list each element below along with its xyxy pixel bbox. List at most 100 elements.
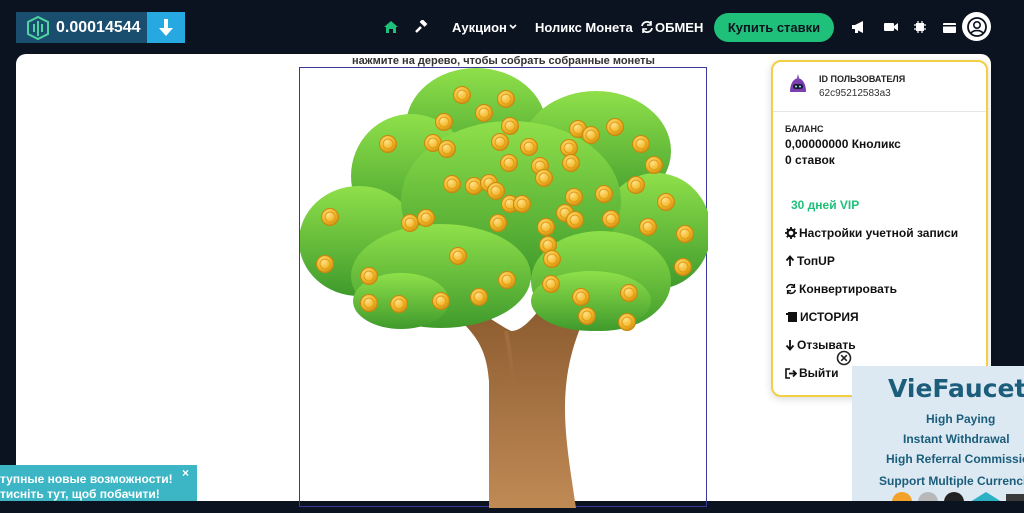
gold-coin[interactable] [645,156,663,174]
gold-coin[interactable] [360,294,378,312]
gold-coin[interactable] [572,288,590,306]
gold-coin[interactable] [491,133,509,151]
chevron-down-icon [509,24,517,30]
video-icon [884,23,898,31]
gold-coin[interactable] [453,86,471,104]
gold-coin[interactable] [676,225,694,243]
gold-coin[interactable] [417,209,435,227]
tree-trunk [441,301,581,508]
gold-coin[interactable] [595,185,613,203]
tree-logo-icon [27,15,49,40]
gold-coin[interactable] [470,288,488,306]
nav-wallet[interactable] [940,18,958,36]
gold-coin[interactable] [602,210,620,228]
ad-brand-name: VieFaucet [888,374,1024,403]
gold-coin[interactable] [321,208,339,226]
gold-coin[interactable] [520,138,538,156]
stakes-count: 0 ставок [785,153,835,167]
currency-icons [892,492,1024,501]
nav-nolix-coin[interactable]: Ноликс Монета [535,0,633,54]
gold-coin[interactable] [620,284,638,302]
ad-line-3: High Referral Commission [886,452,1024,466]
gold-coin[interactable] [489,214,507,232]
gold-coin[interactable] [578,307,596,325]
gold-coin[interactable] [487,182,505,200]
gold-coin[interactable] [627,176,645,194]
nav-chip[interactable] [911,18,929,36]
gold-coin[interactable] [401,214,419,232]
sign-out-icon [785,367,797,379]
ad-left-close-button[interactable]: × [182,466,189,480]
gold-coin[interactable] [316,255,334,273]
promo-ad-banner[interactable]: тупные новые возможности! тисніть тут, щ… [0,465,197,501]
nav-auction[interactable]: Аукцион [452,0,517,54]
gold-coin[interactable] [582,126,600,144]
user-menu-toggle[interactable] [962,12,991,41]
menu-item-topup[interactable]: ТопUP [785,254,835,268]
gold-coin[interactable] [379,135,397,153]
gold-coin[interactable] [535,169,553,187]
nav-home[interactable] [382,18,400,36]
ad-line-1: High Paying [926,412,996,426]
balance-value: 0.00014544 [56,18,141,36]
gold-coin[interactable] [500,154,518,172]
arrow-down-icon [785,340,795,351]
vip-status[interactable]: 30 дней VIP [791,198,859,212]
gold-coin[interactable] [606,118,624,136]
gold-coin[interactable] [360,267,378,285]
nav-exchange[interactable]: ОБМЕН [640,0,703,54]
gold-coin[interactable] [537,218,555,236]
gold-coin[interactable] [618,313,636,331]
gold-coin[interactable] [562,154,580,172]
nav-auction-hammer[interactable] [412,18,430,36]
gold-coin[interactable] [475,104,493,122]
bullhorn-icon [852,21,863,33]
gold-coin[interactable] [632,135,650,153]
nav-nolix-coin-label: Ноликс Монета [535,19,633,35]
gold-coin[interactable] [443,175,461,193]
menu-item-label: Конвертировать [799,282,898,296]
nav-video[interactable] [882,18,900,36]
menu-item-history[interactable]: ИСТОРИЯ [785,310,859,324]
menu-item-label: ТопUP [797,254,835,268]
gold-coin[interactable] [566,211,584,229]
gold-coin[interactable] [501,117,519,135]
balance-label: БАЛАНС [785,124,824,134]
viefaucet-ad-banner[interactable]: VieFaucet High Paying Instant Withdrawal… [852,366,1024,501]
gold-coin[interactable] [497,90,515,108]
site-logo[interactable] [24,12,52,43]
menu-item-convert[interactable]: Конвертировать [785,282,897,296]
buy-stakes-button[interactable]: Купить ставки [714,13,834,42]
home-icon [384,21,398,33]
gold-coin[interactable] [498,271,516,289]
menu-item-label: ИСТОРИЯ [800,310,859,324]
exchange-icon [785,283,797,295]
gold-coin[interactable] [432,292,450,310]
gold-coin[interactable] [438,140,456,158]
balance-widget[interactable]: 0.00014544 [16,12,185,43]
withdraw-button[interactable] [146,12,185,43]
gold-coin[interactable] [639,218,657,236]
scroll-history-icon [786,312,797,322]
gold-coin[interactable] [465,177,483,195]
money-tree[interactable] [299,68,711,508]
menu-item-account-settings[interactable]: Настройки учетной записи [785,226,958,240]
menu-divider [773,111,986,112]
nav-announcements[interactable] [850,18,868,36]
gold-coin[interactable] [560,139,578,157]
gold-coin[interactable] [390,295,408,313]
user-circle-icon [966,16,987,37]
ad-close-icon[interactable] [836,350,852,366]
gold-coin[interactable] [657,193,675,211]
gold-coin[interactable] [513,195,531,213]
gold-coin[interactable] [543,250,561,268]
gold-coin[interactable] [565,188,583,206]
gold-coin[interactable] [542,275,560,293]
ad-left-line-1: тупные новые возможности! [0,472,173,486]
nav-exchange-label: ОБМЕН [655,19,704,35]
gold-coin[interactable] [449,247,467,265]
gold-coin[interactable] [435,113,453,131]
gold-coin[interactable] [674,258,692,276]
menu-item-logout[interactable]: Выйти [785,366,839,380]
money-tree-area[interactable] [299,67,711,508]
